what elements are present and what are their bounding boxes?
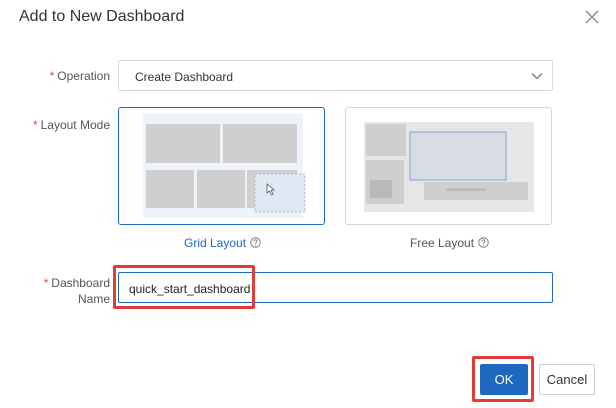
close-icon[interactable] <box>583 8 601 26</box>
required-mark: * <box>49 69 55 83</box>
required-mark: * <box>43 276 49 290</box>
question-circle-icon[interactable] <box>250 237 261 248</box>
free-layout-label: Free Layout <box>410 236 475 250</box>
grid-layout-option[interactable] <box>118 107 325 225</box>
operation-label-text: Operation <box>57 69 110 83</box>
question-circle-icon[interactable] <box>478 237 489 248</box>
chevron-down-icon <box>531 73 543 80</box>
free-layout-preview <box>364 122 534 212</box>
layout-mode-label: * Layout Mode <box>22 118 110 132</box>
operation-label: * Operation <box>40 69 110 83</box>
free-layout-option[interactable] <box>345 107 552 225</box>
operation-select[interactable]: Create Dashboard <box>118 60 553 91</box>
ok-highlight-box <box>472 356 534 402</box>
dialog-title: Add to New Dashboard <box>19 8 185 25</box>
add-to-dashboard-dialog: Add to New Dashboard * Operation Create D… <box>0 0 616 408</box>
grid-layout-caption[interactable]: Grid Layout <box>184 236 261 250</box>
dashboard-name-label-line2: Name <box>77 292 110 306</box>
cancel-button[interactable]: Cancel <box>539 364 595 395</box>
dashboard-name-label: * Dashboard Name <box>30 275 110 307</box>
operation-select-value: Create Dashboard <box>135 70 234 84</box>
free-layout-caption[interactable]: Free Layout <box>410 236 489 250</box>
required-mark: * <box>32 118 38 132</box>
grid-layout-preview <box>143 114 306 218</box>
layout-mode-label-text: Layout Mode <box>40 118 110 132</box>
grid-layout-label: Grid Layout <box>184 236 247 250</box>
name-highlight-box <box>113 265 255 309</box>
dashboard-name-label-line1: Dashboard <box>51 276 110 290</box>
